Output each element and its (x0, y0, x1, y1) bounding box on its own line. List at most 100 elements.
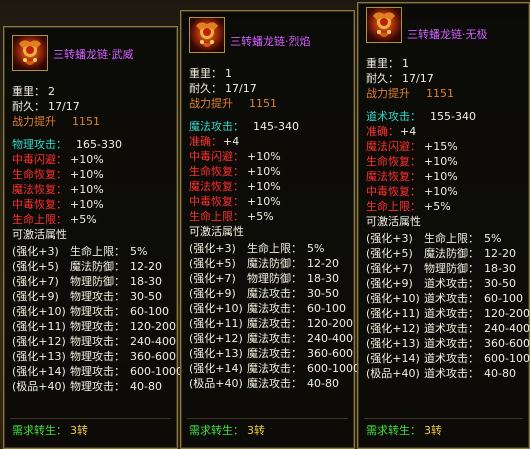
durability-row: 耐久： 17/17 (189, 82, 349, 96)
enhance-value: 240-400 (484, 322, 530, 335)
enhance-stat: 物理防御： (424, 262, 479, 275)
enhance-stat: 魔法攻击： (247, 332, 302, 345)
durability-value: 17/17 (48, 100, 80, 113)
enhance-level: (强化+3) (189, 242, 236, 255)
enhance-level: (强化+3) (366, 232, 413, 245)
main-stat-row: 物理攻击： 165-330 (12, 138, 172, 152)
item-title: 三转蟠龙链·无极 (407, 28, 488, 41)
enhance-level: (强化+9) (12, 290, 59, 303)
bonus-stat-value: +10% (247, 195, 281, 208)
bonus-stat-row: 生命上限： +5% (12, 213, 172, 227)
enhance-value: 12-20 (307, 257, 339, 270)
bonus-stat-value: +5% (424, 200, 451, 213)
enhance-row: (强化+13) 物理攻击： 360-600 (12, 350, 177, 364)
main-stat-value: 165-330 (76, 138, 122, 151)
bonus-stat-label: 生命恢复： (12, 168, 67, 181)
bonus-stat-row: 魔法恢复： +10% (189, 180, 349, 194)
activatable-heading: 可激活属性 (12, 228, 67, 241)
weight-value: 1 (402, 57, 409, 70)
enhance-row: (强化+5) 魔法防御： 12-20 (189, 257, 354, 271)
enhance-row: (强化+10) 魔法攻击： 60-100 (189, 302, 354, 316)
enhance-value: 60-100 (130, 305, 169, 318)
bonus-stat-label: 中毒恢复： (189, 195, 244, 208)
enhance-level: (强化+5) (12, 260, 59, 273)
enhance-value: 30-50 (484, 277, 516, 290)
power-row: 战力提升 1151 (189, 97, 349, 111)
enhance-stat: 魔法攻击： (247, 377, 302, 390)
bonus-stat-row: 中毒恢复： +10% (12, 198, 172, 212)
power-row: 战力提升 1151 (366, 87, 526, 101)
enhance-row: (强化+10) 道术攻击： 60-100 (366, 292, 530, 306)
enhance-row: (强化+11) 物理攻击： 120-200 (12, 320, 177, 334)
enhance-value: 5% (307, 242, 325, 255)
enhance-stat: 物理攻击： (70, 335, 125, 348)
enhance-value: 120-200 (484, 307, 530, 320)
item-tooltip-wuwei: 三转蟠龙链·武威 重里： 2 耐久： 17/17 战力提升 1151 物理攻击： 165-330… (3, 26, 183, 449)
bonus-stat-value: +10% (70, 168, 104, 181)
enhance-value: 360-600 (307, 347, 353, 360)
requirement-value: 3转 (424, 424, 442, 437)
accuracy-label: 准确： (366, 125, 399, 138)
enhance-row: (强化+13) 道术攻击： 360-600 (366, 337, 530, 351)
bonus-stat-row: 中毒恢复： +10% (366, 185, 526, 199)
enhance-stat: 物理防御： (70, 275, 125, 288)
durability-row: 耐久： 17/17 (12, 100, 172, 114)
bonus-stat-row: 魔法闪避： +15% (366, 140, 526, 154)
weight-row: 重里： 1 (366, 57, 526, 71)
enhance-value: 600-1000 (484, 352, 530, 365)
enhance-level: (强化+13) (189, 347, 243, 360)
weight-label: 重里： (366, 57, 399, 70)
bonus-stat-label: 中毒闪避： (189, 150, 244, 163)
enhance-level: (强化+11) (12, 320, 66, 333)
dragon-necklace-icon (189, 17, 225, 53)
power-value: 1151 (426, 87, 454, 100)
enhance-level: (强化+10) (12, 305, 66, 318)
enhance-row: (强化+7) 物理防御： 18-30 (366, 262, 530, 276)
main-stat-label: 魔法攻击： (189, 120, 244, 133)
enhance-stat: 物理攻击： (70, 350, 125, 363)
bonus-stat-label: 魔法恢复： (12, 183, 67, 196)
enhance-stat: 道术攻击： (424, 277, 479, 290)
enhance-value: 40-80 (484, 367, 516, 380)
weight-row: 重里： 1 (189, 67, 349, 81)
enhance-value: 240-400 (307, 332, 353, 345)
weight-label: 重里： (12, 85, 45, 98)
requirement-label: 需求转生： (366, 424, 421, 437)
enhance-stat: 物理攻击： (70, 290, 125, 303)
enhance-row: (强化+3) 生命上限： 5% (189, 242, 354, 256)
bonus-stat-value: +10% (247, 165, 281, 178)
footer-divider (364, 418, 523, 419)
enhance-stat: 物理攻击： (70, 380, 125, 393)
durability-label: 耐久： (12, 100, 45, 113)
enhance-row: (极品+40) 魔法攻击： 40-80 (189, 377, 354, 391)
bonus-stat-row: 魔法恢复： +10% (366, 170, 526, 184)
enhance-row: (强化+5) 魔法防御： 12-20 (12, 260, 177, 274)
power-value: 1151 (72, 115, 100, 128)
enhance-stat: 魔法攻击： (247, 317, 302, 330)
accuracy-value: +4 (400, 125, 417, 138)
enhance-level: (强化+14) (12, 365, 66, 378)
bonus-stat-label: 中毒恢复： (12, 198, 67, 211)
enhance-level: (强化+14) (189, 362, 243, 375)
enhance-stat: 魔法防御： (424, 247, 479, 260)
bonus-stat-value: +10% (70, 198, 104, 211)
enhance-level: (极品+40) (189, 377, 243, 390)
weight-value: 1 (225, 67, 232, 80)
durability-value: 17/17 (225, 82, 257, 95)
enhance-level: (强化+12) (366, 322, 420, 335)
bonus-stat-row: 生命恢复： +10% (366, 155, 526, 169)
enhance-value: 18-30 (484, 262, 516, 275)
bonus-stat-label: 生命恢复： (366, 155, 421, 168)
item-tooltip-lieyan: 三转蟠龙链·烈焰 重里： 1 耐久： 17/17 战力提升 1151 魔法攻击： 145-340… (180, 10, 360, 449)
bonus-stat-row: 生命上限： +5% (189, 210, 349, 224)
bonus-stat-value: +10% (70, 153, 104, 166)
weight-label: 重里： (189, 67, 222, 80)
main-stat-row: 道术攻击： 155-340 (366, 110, 526, 124)
enhance-stat: 物理攻击： (70, 320, 125, 333)
enhance-level: (强化+3) (12, 245, 59, 258)
power-value: 1151 (249, 97, 277, 110)
bonus-stat-value: +5% (247, 210, 274, 223)
enhance-value: 12-20 (484, 247, 516, 260)
bonus-stat-value: +5% (70, 213, 97, 226)
bonus-stat-row: 中毒恢复： +10% (189, 195, 349, 209)
